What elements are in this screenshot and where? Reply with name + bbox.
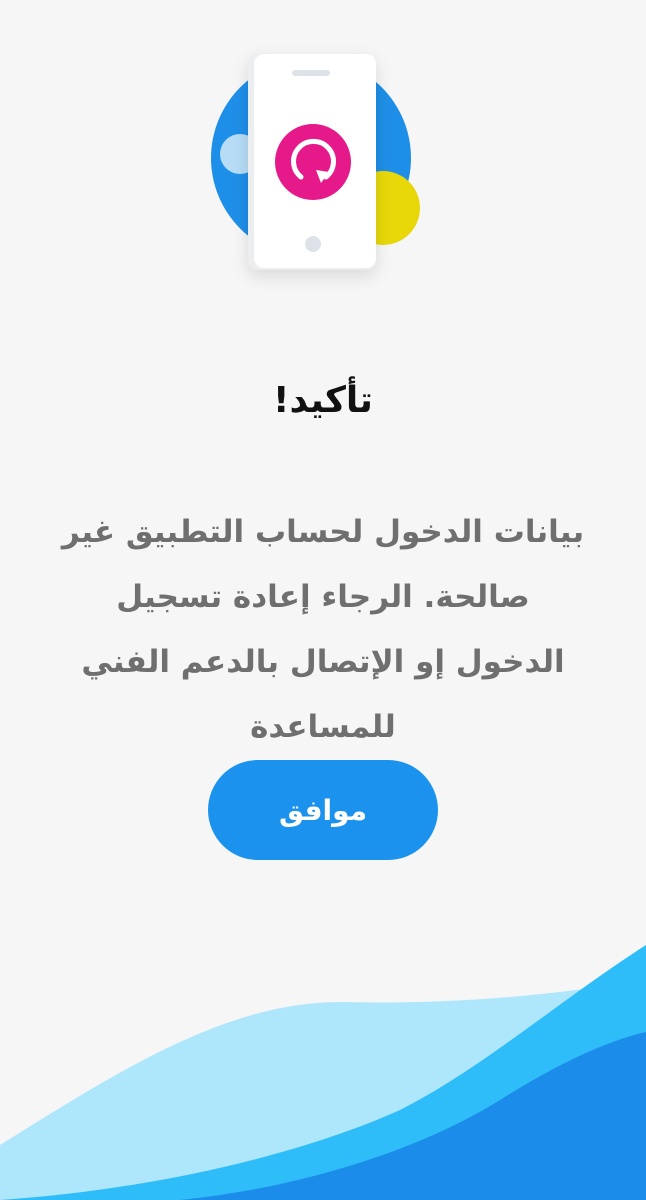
error-dialog-screen: تأكيد! بيانات الدخول لحساب التطبيق غير ص… <box>0 0 646 1200</box>
dialog-title: تأكيد! <box>273 380 373 421</box>
pink-circle-shape <box>275 124 351 200</box>
phone-refresh-illustration <box>211 54 420 270</box>
ok-button[interactable]: موافق <box>208 760 438 860</box>
decorative-wave <box>0 945 646 1200</box>
dialog-message: بيانات الدخول لحساب التطبيق غير صالحة. ا… <box>61 514 585 745</box>
